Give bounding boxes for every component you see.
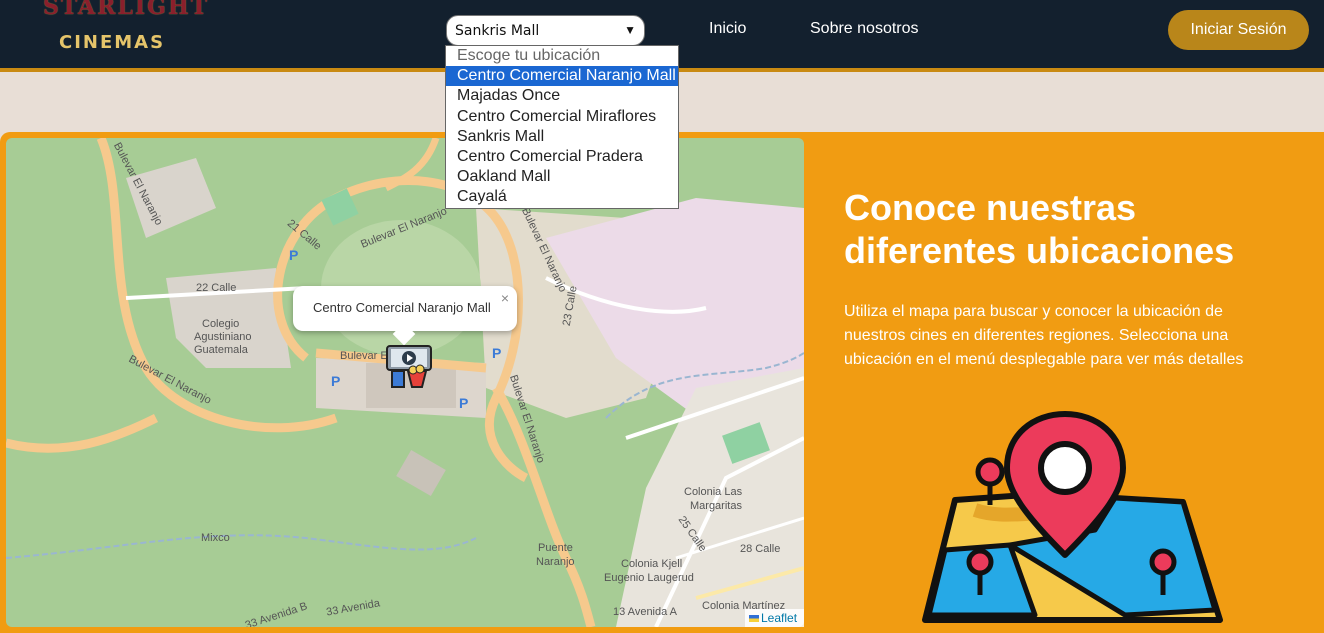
map-label-street: 13 Avenida A <box>613 606 678 618</box>
svg-text:P: P <box>331 373 340 389</box>
dropdown-option[interactable]: Cayalá <box>446 187 678 207</box>
section-title: Conoce nuestras diferentes ubicaciones <box>844 187 1235 271</box>
section-description: Utiliza el mapa para buscar y conocer la… <box>844 303 1244 368</box>
close-icon[interactable]: × <box>501 290 509 306</box>
leaflet-attribution[interactable]: Leaflet <box>745 609 804 627</box>
chevron-down-icon: ▼ <box>624 23 636 37</box>
map-label-colony: Eugenio Laugerud <box>604 572 694 584</box>
map-label-colony: Colonia Kjell <box>621 558 683 570</box>
svg-text:P: P <box>492 345 501 361</box>
dropdown-option[interactable]: Oakland Mall <box>446 167 678 187</box>
leaflet-flag-icon <box>749 615 759 622</box>
login-button[interactable]: Iniciar Sesión <box>1168 10 1309 50</box>
map-label-poi: Colegio <box>202 318 240 330</box>
map-label-street: 28 Calle <box>740 543 781 555</box>
dropdown-option[interactable]: Centro Comercial Miraflores <box>446 107 678 127</box>
map-label-street: 22 Calle <box>196 282 237 294</box>
dropdown-placeholder: Escoge tu ubicación <box>457 47 601 64</box>
map-label-poi: Guatemala <box>194 344 248 356</box>
location-select[interactable]: Sankris Mall ▼ <box>446 15 645 46</box>
location-select-value: Sankris Mall <box>455 23 540 39</box>
map-label-colony: Colonia Las <box>684 486 743 498</box>
leaflet-attribution-text: Leaflet <box>761 611 798 625</box>
svg-text:P: P <box>459 395 468 411</box>
popup-location-name: Centro Comercial Naranjo Mall <box>313 300 491 315</box>
map-label-place: Puente <box>538 542 573 554</box>
map-label-poi: Agustiniano <box>194 331 252 343</box>
dropdown-option[interactable]: Sankris Mall <box>446 127 678 147</box>
cinema-marker-icon[interactable] <box>386 345 432 389</box>
nav-sobre-nosotros[interactable]: Sobre nosotros <box>810 20 919 38</box>
svg-text:P: P <box>289 247 298 263</box>
map-label-place: Mixco <box>201 532 230 544</box>
map-label-colony: Margaritas <box>690 500 742 512</box>
starlight-cinemas-logo[interactable]: STARLIGHT CINEMAS <box>43 0 207 62</box>
dropdown-option[interactable]: Majadas Once <box>446 86 678 106</box>
map-popup: Centro Comercial Naranjo Mall × <box>293 286 517 346</box>
dropdown-option[interactable]: Centro Comercial Pradera <box>446 147 678 167</box>
dropdown-option[interactable]: Centro Comercial Naranjo Mall <box>446 66 678 87</box>
logo-text-starlight: STARLIGHT <box>43 0 210 20</box>
location-dropdown-list[interactable]: Escoge tu ubicación Centro Comercial Nar… <box>445 45 679 209</box>
map-label-road: Bulevar El <box>340 350 391 362</box>
logo-text-cinemas: CINEMAS <box>59 32 166 53</box>
map-label-place: Naranjo <box>536 556 575 568</box>
location-pin-illustration <box>915 410 1225 625</box>
nav-inicio[interactable]: Inicio <box>709 20 746 38</box>
